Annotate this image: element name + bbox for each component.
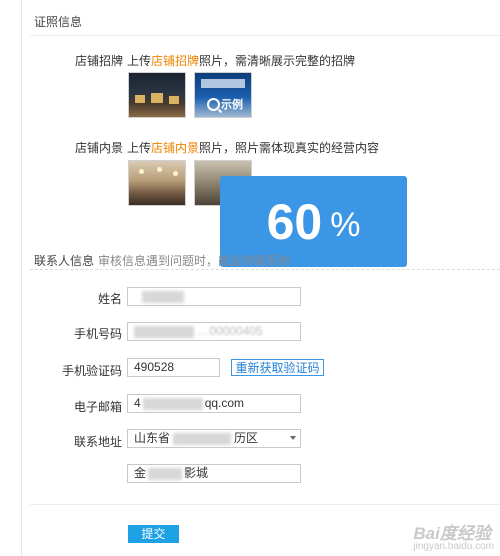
address-detail-redacted	[148, 467, 183, 480]
submit-button[interactable]: 提交	[128, 525, 179, 543]
verify-code-input[interactable]: 490528	[127, 358, 220, 377]
sample-tag-label: 示例	[221, 99, 243, 111]
interior-photo-upload[interactable]	[128, 160, 186, 206]
address-detail-suffix: 影城	[184, 466, 209, 480]
email-redacted	[142, 397, 203, 410]
progress-unit: %	[330, 206, 361, 244]
email-input[interactable]: 4 qq.com	[127, 394, 301, 413]
sign-sample-image[interactable]: 示例	[194, 72, 252, 118]
phone-partial: …00000405	[197, 324, 263, 338]
progress-value: 60	[266, 193, 323, 250]
address-redacted	[173, 432, 232, 445]
verify-code-label: 手机验证码	[61, 364, 122, 378]
name-redacted	[142, 290, 184, 303]
address-region-select[interactable]: 山东省 历区	[127, 429, 301, 448]
resend-code-button[interactable]: 重新获取验证码	[231, 359, 324, 376]
sign-desc-post: 照片，需清晰展示完整的招牌	[199, 54, 356, 68]
section-divider	[30, 35, 500, 36]
phone-input[interactable]: …00000405	[127, 322, 301, 341]
email-prefix: 4	[134, 396, 141, 410]
sign-photo-upload[interactable]	[128, 72, 186, 118]
interior-photo-description: 上传店铺内景照片，照片需体现真实的经营内容	[127, 139, 379, 156]
sample-tag: 示例	[207, 96, 243, 112]
name-label: 姓名	[97, 292, 122, 306]
sign-desc-pre: 上传	[127, 54, 152, 68]
phone-label: 手机号码	[73, 327, 122, 341]
cert-section-title: 证照信息	[34, 15, 83, 29]
interior-desc-post: 照片，照片需体现真实的经营内容	[199, 141, 380, 155]
sign-photo-label: 店铺招牌	[75, 54, 124, 68]
email-suffix: qq.com	[204, 396, 245, 410]
address-district: 历区	[234, 431, 259, 445]
contact-divider	[30, 269, 500, 270]
interior-photo-label: 店铺内景	[75, 141, 124, 155]
sample-search-icon	[207, 97, 220, 111]
contact-section-note: 审核信息遇到问题时，能及时联系你	[98, 254, 291, 268]
name-input[interactable]	[127, 287, 301, 306]
contact-section-heading: 联系人信息 审核信息遇到问题时，能及时联系你	[34, 252, 290, 269]
left-border	[21, 0, 22, 556]
address-detail-prefix: 金	[134, 466, 147, 480]
address-label: 联系地址	[73, 435, 122, 449]
contact-section-title: 联系人信息	[34, 254, 95, 268]
chevron-down-icon	[290, 436, 296, 440]
sign-desc-highlight: 店铺招牌	[151, 54, 200, 68]
address-detail-input[interactable]: 金 影城	[127, 464, 301, 483]
email-label: 电子邮箱	[73, 400, 122, 414]
watermark-url: jingyan.baidu.com	[413, 541, 494, 552]
phone-redacted	[134, 325, 194, 338]
interior-desc-highlight: 店铺内景	[151, 141, 200, 155]
sample-sign-board	[201, 79, 245, 88]
form-divider	[30, 504, 500, 505]
interior-desc-pre: 上传	[127, 141, 152, 155]
baidu-watermark: Bai度经验 jingyan.baidu.com	[413, 519, 494, 552]
sign-photo-description: 上传店铺招牌照片，需清晰展示完整的招牌	[127, 52, 355, 69]
address-province: 山东省	[134, 431, 171, 445]
